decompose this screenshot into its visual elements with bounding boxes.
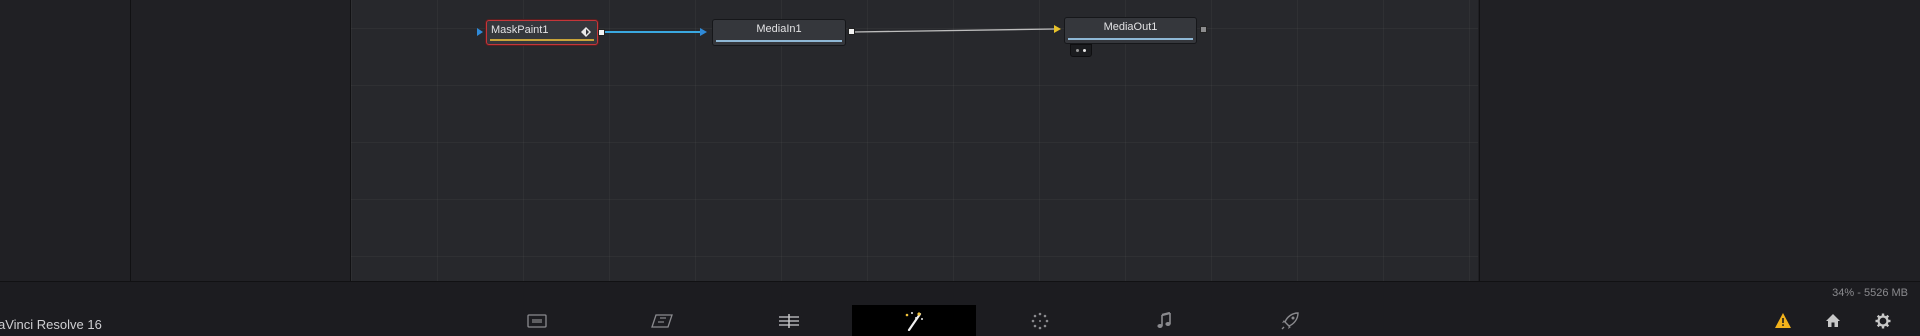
fusion-page-icon [902,311,926,331]
mediaout-output-port[interactable] [1200,26,1207,33]
fairlight-page-icon [1156,311,1174,330]
mediain-output-port[interactable] [848,28,855,35]
node-stripe-mediain [716,40,842,42]
tab-fairlight[interactable] [1103,305,1227,336]
deliver-page-icon [1280,311,1300,331]
app-title: aVinci Resolve 16 [0,317,102,332]
memory-usage-readout: 34% - 5526 MB [1832,287,1908,299]
home-button[interactable] [1824,314,1842,332]
status-bar: 34% - 5526 MB [0,281,1920,306]
node-mask-icon [581,24,591,37]
maskpaint-input-port[interactable] [477,28,483,36]
edit-page-icon [777,313,801,329]
warning-button[interactable] [1774,313,1792,333]
tab-media[interactable] [475,305,599,336]
view-indicator-dot-left [1076,49,1079,52]
inspector-panel [1479,0,1920,281]
node-mediain[interactable]: MediaIn1 [712,19,846,46]
maskpaint-output-port[interactable] [598,29,605,36]
tab-cut[interactable] [600,305,724,336]
cut-page-icon [650,313,674,329]
settings-icon [1875,313,1891,334]
view-indicator-dot-right [1083,49,1086,52]
tab-deliver[interactable] [1228,305,1352,336]
node-label-mediain: MediaIn1 [756,23,802,35]
page-navigation-bar: aVinci Resolve 16 [0,305,1920,336]
node-label-mediaout: MediaOut1 [1103,21,1158,33]
tab-edit[interactable] [727,305,851,336]
media-page-icon [527,313,547,329]
media-pool-panel [131,0,351,281]
connection-mediain-to-mediaout [852,28,1056,33]
tab-fusion[interactable] [852,305,976,336]
node-stripe-maskpaint [490,39,594,41]
node-mediaout[interactable]: MediaOut1 [1064,17,1197,44]
settings-button[interactable] [1874,313,1892,334]
color-page-icon [1030,311,1050,331]
mediaout-view-indicator[interactable] [1070,44,1092,57]
left-side-panel [0,0,131,281]
mediain-input-port[interactable] [700,28,707,36]
node-editor[interactable]: MaskPaint1 MediaIn1 MediaOut1 [351,0,1478,281]
tab-color[interactable] [978,305,1102,336]
warning-icon [1775,313,1791,333]
fusion-window: MaskPaint1 MediaIn1 MediaOut1 34% - 5526… [0,0,1920,336]
node-maskpaint[interactable]: MaskPaint1 [486,20,598,45]
node-stripe-mediaout [1068,38,1193,40]
home-icon [1825,313,1841,333]
mediaout-input-port[interactable] [1054,25,1061,33]
